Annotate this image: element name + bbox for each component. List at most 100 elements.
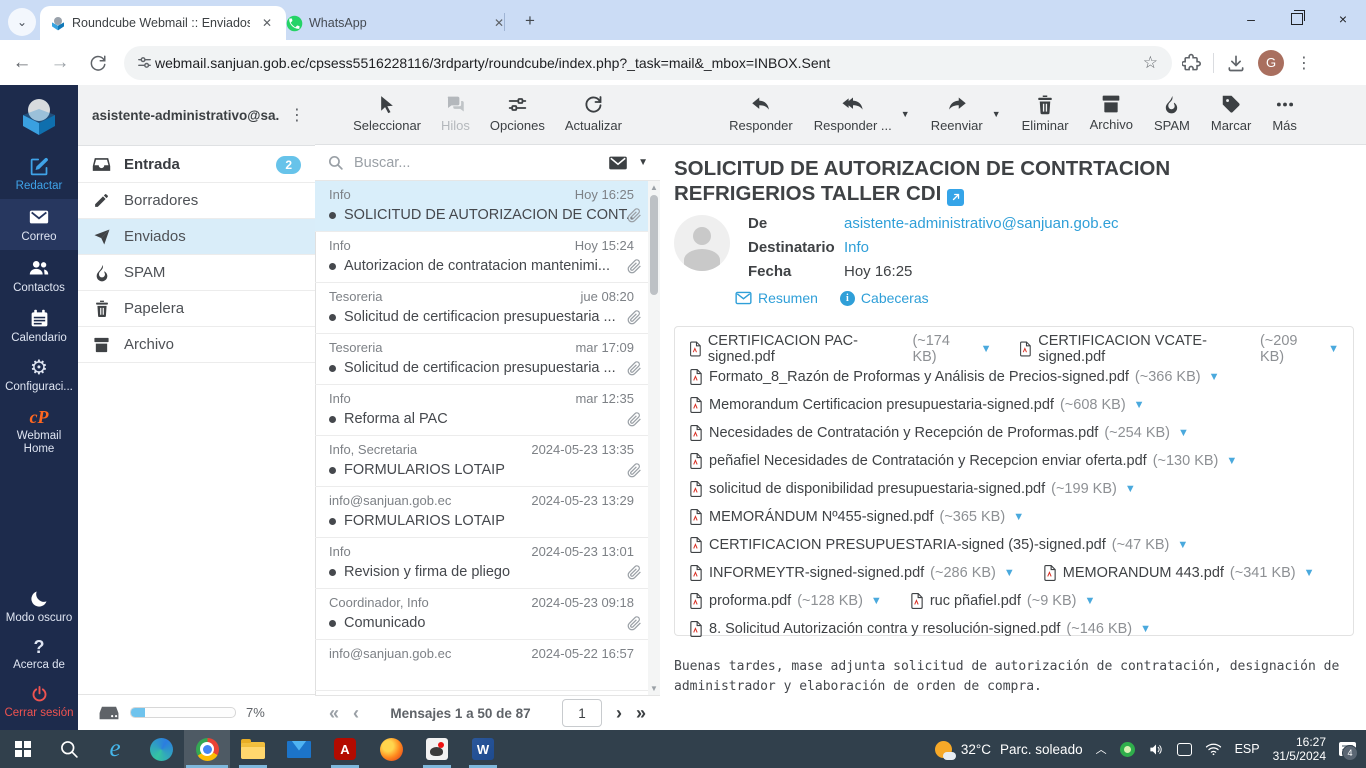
rail-item-cerrar-sesion[interactable]: Cerrar sesión	[0, 678, 78, 730]
tab-roundcube[interactable]: Roundcube Webmail :: Enviados ✕	[40, 6, 286, 40]
select-button[interactable]: Seleccionar	[353, 94, 421, 133]
first-page-icon[interactable]: «	[329, 703, 339, 724]
close-window-button[interactable]: ×	[1320, 0, 1366, 38]
last-page-icon[interactable]: »	[636, 703, 646, 724]
rail-item-configuracion[interactable]: ⚙ Configuraci...	[0, 351, 78, 400]
bookmark-star-icon[interactable]: ☆	[1143, 53, 1158, 73]
clock-widget[interactable]: 16:27 31/5/2024	[1273, 735, 1326, 763]
rail-item-webmail-home[interactable]: cP Webmail Home	[0, 400, 78, 462]
antivirus-tray-icon[interactable]	[1119, 741, 1135, 757]
message-row[interactable]: Coordinador, Info 2024-05-23 09:18 Comuni…	[315, 589, 660, 640]
destinatario-link[interactable]: Info	[844, 239, 1119, 256]
forward-button[interactable]: Reenviar	[931, 94, 983, 133]
attachment-menu-caret[interactable]: ▼	[1004, 567, 1015, 579]
attachment-menu-caret[interactable]: ▼	[1140, 623, 1151, 635]
chevron-down-icon[interactable]: ▼	[638, 157, 648, 168]
wifi-icon[interactable]	[1205, 742, 1222, 756]
scroll-down-icon[interactable]: ▼	[648, 684, 660, 693]
attachment[interactable]: ruc pñafiel.pdf (~9 KB) ▼	[910, 593, 1095, 609]
folder-enviados[interactable]: Enviados	[78, 219, 315, 255]
search-input[interactable]	[352, 153, 601, 172]
message-row[interactable]: info@sanjuan.gob.ec 2024-05-23 13:29 FORM…	[315, 487, 660, 538]
taskbar-word[interactable]: W	[460, 730, 506, 768]
new-tab-button[interactable]: +	[518, 9, 542, 33]
taskbar-chrome[interactable]	[184, 730, 230, 768]
forward-icon[interactable]: →	[44, 47, 76, 79]
open-in-new-window-icon[interactable]	[947, 188, 965, 206]
taskbar-edge[interactable]	[138, 730, 184, 768]
taskbar-mail[interactable]	[276, 730, 322, 768]
attachment-menu-caret[interactable]: ▼	[1125, 483, 1136, 495]
taskbar-explorer[interactable]	[230, 730, 276, 768]
tray-expand-icon[interactable]: ︿	[1096, 741, 1107, 757]
reply-all-button[interactable]: Responder ...	[814, 94, 892, 133]
attachment[interactable]: Formato_8_Razón de Proformas y Análisis …	[689, 369, 1220, 385]
attachment[interactable]: INFORMEYTR-signed-signed.pdf (~286 KB) ▼	[689, 565, 1015, 581]
message-row[interactable]: Tesoreria jue 08:20 Solicitud de certific…	[315, 283, 660, 334]
weather-widget[interactable]: 32°C Parc. soleado	[934, 740, 1083, 760]
attachment[interactable]: CERTIFICACION PAC-signed.pdf (~174 KB) ▼	[689, 333, 991, 365]
mark-button[interactable]: Marcar	[1211, 94, 1251, 133]
language-indicator[interactable]: ESP	[1235, 742, 1260, 756]
tab-search-chevron[interactable]: ⌄	[8, 8, 36, 36]
attachment[interactable]: CERTIFICACION VCATE-signed.pdf (~209 KB) ▼	[1019, 333, 1339, 365]
message-row[interactable]: Tesoreria mar 17:09 Solicitud de certific…	[315, 334, 660, 385]
close-tab-icon[interactable]: ✕	[258, 14, 276, 32]
refresh-button[interactable]: Actualizar	[565, 94, 622, 133]
next-page-icon[interactable]: ›	[616, 703, 622, 724]
rail-item-acerca[interactable]: ? Acerca de	[0, 631, 78, 678]
attachment[interactable]: MEMORÁNDUM Nº455-signed.pdf (~365 KB) ▼	[689, 509, 1024, 525]
attachment-menu-caret[interactable]: ▼	[981, 343, 992, 355]
phone-link-icon[interactable]	[1176, 742, 1192, 756]
message-row[interactable]: Info Hoy 15:24 Autorizacion de contrataci…	[315, 232, 660, 283]
folder-borradores[interactable]: Borradores	[78, 183, 315, 219]
omnibox[interactable]: ☆	[124, 45, 1172, 80]
reply-all-caret-icon[interactable]: ▼	[901, 109, 910, 119]
attachment-menu-caret[interactable]: ▼	[1134, 399, 1145, 411]
reply-button[interactable]: Responder	[729, 94, 793, 133]
attachment-menu-caret[interactable]: ▼	[1177, 539, 1188, 551]
attachment-menu-caret[interactable]: ▼	[1209, 371, 1220, 383]
site-info-icon[interactable]	[136, 54, 153, 71]
attachment-menu-caret[interactable]: ▼	[1328, 343, 1339, 355]
extensions-icon[interactable]	[1182, 53, 1201, 72]
folder-archivo[interactable]: Archivo	[78, 327, 315, 363]
rail-item-contactos[interactable]: Contactos	[0, 250, 78, 301]
folder-spam[interactable]: SPAM	[78, 255, 315, 291]
folder-papelera[interactable]: Papelera	[78, 291, 315, 327]
restore-button[interactable]	[1274, 0, 1320, 38]
minimize-button[interactable]: –	[1228, 0, 1274, 38]
rail-item-redactar[interactable]: Redactar	[0, 149, 78, 199]
notification-center-icon[interactable]: 4	[1339, 742, 1358, 761]
taskbar-ie[interactable]: e	[92, 730, 138, 768]
list-scrollbar[interactable]: ▲ ▼	[648, 181, 660, 695]
attachment[interactable]: peñafiel Necesidades de Contratación y R…	[689, 453, 1237, 469]
url-input[interactable]	[153, 53, 1135, 72]
threads-button[interactable]: Hilos	[441, 94, 470, 133]
archive-button[interactable]: Archivo	[1090, 94, 1133, 132]
message-row[interactable]: Info 2024-05-23 13:01 Revision y firma de…	[315, 538, 660, 589]
page-number-input[interactable]	[561, 699, 602, 727]
taskbar-firefox[interactable]	[368, 730, 414, 768]
scrollbar-thumb[interactable]	[650, 195, 658, 295]
reload-icon[interactable]	[82, 47, 114, 79]
rail-item-correo[interactable]: Correo	[0, 199, 78, 250]
attachment-menu-caret[interactable]: ▼	[871, 595, 882, 607]
message-row[interactable]: Info Hoy 16:25 SOLICITUD DE AUTORIZACION …	[315, 181, 660, 232]
attachment[interactable]: Necesidades de Contratación y Recepción …	[689, 425, 1189, 441]
close-tab-icon[interactable]: ✕	[490, 14, 508, 32]
spam-button[interactable]: SPAM	[1154, 94, 1190, 133]
message-row[interactable]: info@sanjuan.gob.ec 2024-05-22 16:57	[315, 640, 660, 691]
attachment[interactable]: CERTIFICACION PRESUPUESTARIA-signed (35)…	[689, 537, 1188, 553]
account-menu-icon[interactable]: ⋮	[279, 105, 315, 125]
de-address-link[interactable]: asistente-administrativo@sanjuan.gob.ec	[844, 215, 1119, 232]
tab-whatsapp[interactable]: WhatsApp ✕	[276, 6, 518, 40]
delete-button[interactable]: Eliminar	[1022, 94, 1069, 133]
envelope-icon[interactable]	[608, 155, 628, 171]
rail-item-calendario[interactable]: Calendario	[0, 301, 78, 351]
attachment-menu-caret[interactable]: ▼	[1178, 427, 1189, 439]
profile-avatar[interactable]: G	[1258, 49, 1284, 76]
attachment[interactable]: solicitud de disponibilidad presupuestar…	[689, 481, 1136, 497]
taskbar-search[interactable]	[46, 730, 92, 768]
attachment[interactable]: 8. Solicitud Autorización contra y resol…	[689, 621, 1151, 637]
